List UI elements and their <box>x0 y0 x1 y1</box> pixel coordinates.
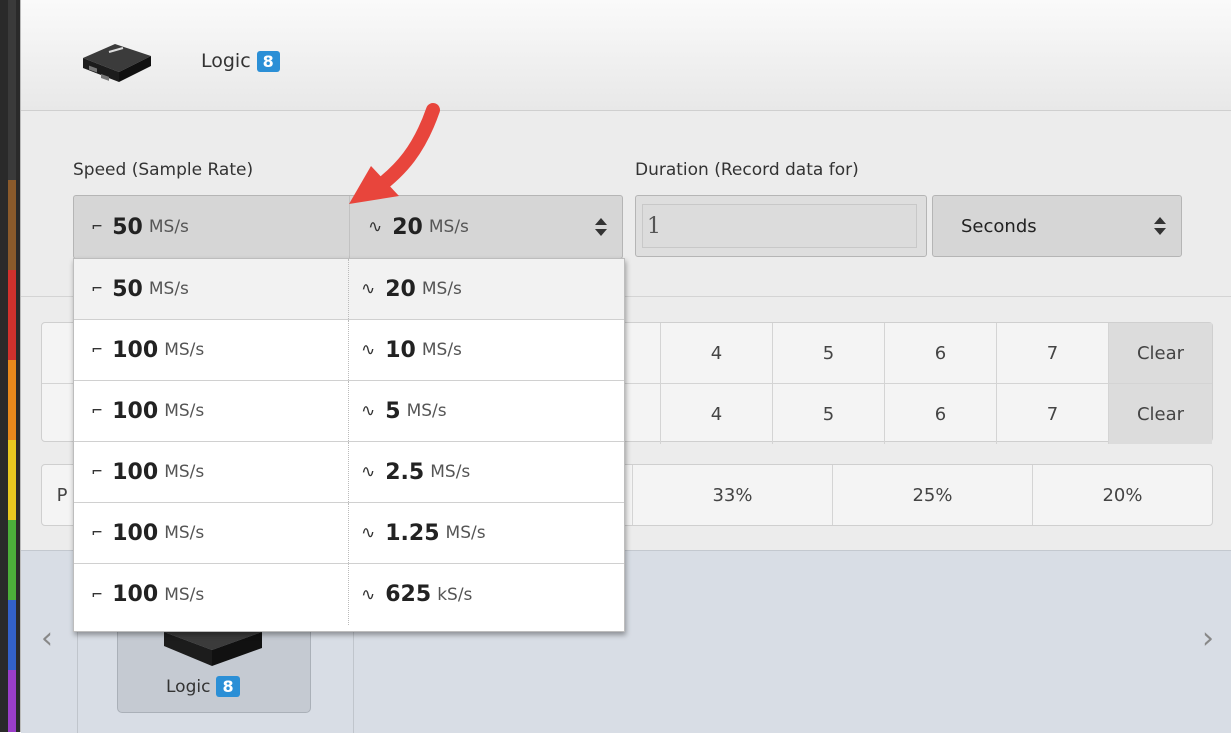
duration-input-wrap <box>635 195 927 257</box>
sample-rate-option[interactable]: ⌐ 100 MS/s ∿ 1.25 MS/s <box>74 503 624 564</box>
option-analog-value: 625 <box>385 582 432 607</box>
up-down-arrows-icon <box>1153 209 1167 243</box>
option-digital-value: 100 <box>112 398 159 424</box>
option-digital-value: 100 <box>112 337 159 363</box>
speed-label: Speed (Sample Rate) <box>73 160 254 180</box>
annotation-arrow-icon <box>349 103 440 204</box>
option-analog-unit: MS/s <box>406 401 447 421</box>
percent-option[interactable]: 20% <box>1032 465 1212 525</box>
digital-rate-value: 50 <box>112 214 143 240</box>
device-card-name: Logic <box>166 676 211 697</box>
device-badge: 8 <box>256 50 280 72</box>
digital-step-icon: ⌐ <box>92 340 103 360</box>
analog-rate-unit: MS/s <box>428 217 469 237</box>
channel-cell[interactable]: 6 <box>884 384 996 444</box>
option-digital-unit: MS/s <box>164 340 205 360</box>
option-digital-unit: MS/s <box>164 401 205 421</box>
option-analog-value: 10 <box>385 337 416 363</box>
channel-cell[interactable]: 4 <box>660 384 772 444</box>
option-analog-unit: MS/s <box>430 462 471 482</box>
sample-rate-option[interactable]: ⌐ 100 MS/s ∿ 625 kS/s <box>74 564 624 625</box>
duration-unit-label: Seconds <box>961 215 1037 237</box>
option-digital-unit: MS/s <box>164 462 205 482</box>
clear-button[interactable]: Clear <box>1108 323 1212 383</box>
option-digital-value: 100 <box>112 582 159 607</box>
chevron-right-icon[interactable]: › <box>1202 621 1214 656</box>
analog-wave-icon: ∿ <box>368 217 383 237</box>
percent-option[interactable]: 33% <box>632 465 832 525</box>
device-name: Logic <box>201 50 251 72</box>
device-card-label: Logic 8 <box>166 676 240 697</box>
option-analog-unit: MS/s <box>421 279 462 299</box>
channel-color-strip <box>0 0 20 732</box>
digital-rate-unit: MS/s <box>148 217 189 237</box>
duration-input[interactable] <box>642 204 917 248</box>
analog-wave-icon: ∿ <box>361 279 376 299</box>
option-analog-unit: MS/s <box>445 523 486 543</box>
digital-step-icon: ⌐ <box>92 279 103 299</box>
sample-rate-option[interactable]: ⌐ 100 MS/s ∿ 2.5 MS/s <box>74 442 624 503</box>
digital-step-icon: ⌐ <box>92 217 103 237</box>
channel-cell[interactable]: 5 <box>772 384 884 444</box>
chevron-left-icon[interactable]: ‹ <box>41 621 53 656</box>
digital-rate: ⌐ 50 MS/s <box>74 196 350 258</box>
sample-rate-option[interactable]: ⌐ 100 MS/s ∿ 10 MS/s <box>74 320 624 381</box>
option-analog-unit: MS/s <box>421 340 462 360</box>
channel-cell[interactable]: 4 <box>660 323 772 383</box>
option-digital-unit: MS/s <box>164 523 205 543</box>
channel-cell[interactable]: 6 <box>884 323 996 383</box>
logic-device-icon <box>83 44 151 82</box>
option-digital-value: 100 <box>112 459 159 485</box>
option-digital-unit: MS/s <box>148 279 189 299</box>
sample-rate-option[interactable]: ⌐ 100 MS/s ∿ 5 MS/s <box>74 381 624 442</box>
analog-wave-icon: ∿ <box>361 401 376 421</box>
option-analog-value: 5 <box>385 398 401 424</box>
device-header: Logic 8 <box>21 0 1231 111</box>
sample-rate-dropdown: ⌐ 50 MS/s ∿ 20 MS/s ⌐ 100 MS/s ∿ 10 MS/s ⌐ 100 MS/… <box>73 258 625 632</box>
option-digital-unit: MS/s <box>164 584 205 605</box>
up-down-arrows-icon <box>594 210 608 244</box>
option-digital-value: 50 <box>112 276 143 302</box>
option-analog-unit: kS/s <box>437 584 473 605</box>
digital-step-icon: ⌐ <box>92 523 103 543</box>
device-settings-panel: Logic 8 Speed (Sample Rate) Duration (Re… <box>20 0 1231 733</box>
analog-wave-icon: ∿ <box>361 340 376 360</box>
option-analog-value: 20 <box>385 276 416 302</box>
digital-step-icon: ⌐ <box>92 401 103 421</box>
device-title: Logic 8 <box>201 50 280 72</box>
option-digital-value: 100 <box>112 520 159 546</box>
analog-wave-icon: ∿ <box>361 523 376 543</box>
digital-step-icon: ⌐ <box>92 584 103 605</box>
channel-cell[interactable]: 5 <box>772 323 884 383</box>
option-analog-value: 2.5 <box>385 459 425 485</box>
option-analog-value: 1.25 <box>385 520 440 546</box>
channel-cell[interactable]: 7 <box>996 384 1108 444</box>
analog-wave-icon: ∿ <box>361 462 376 482</box>
channel-cell[interactable]: 7 <box>996 323 1108 383</box>
sample-rate-option[interactable]: ⌐ 50 MS/s ∿ 20 MS/s <box>74 259 624 320</box>
percent-option[interactable]: 25% <box>832 465 1032 525</box>
device-card-badge: 8 <box>216 676 240 697</box>
digital-step-icon: ⌐ <box>92 462 103 482</box>
duration-unit-select[interactable]: Seconds <box>932 195 1182 257</box>
analog-wave-icon: ∿ <box>361 584 376 605</box>
clear-button[interactable]: Clear <box>1108 384 1212 444</box>
duration-label: Duration (Record data for) <box>635 160 859 180</box>
